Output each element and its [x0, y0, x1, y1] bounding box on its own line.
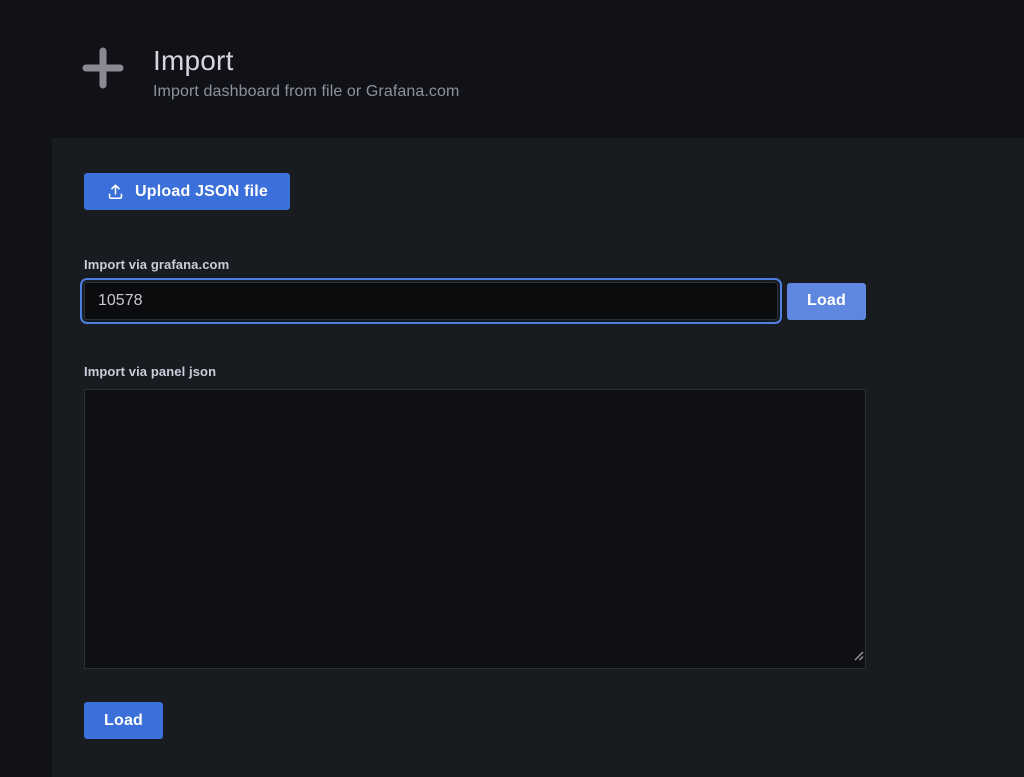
header-text: Import Import dashboard from file or Gra… [153, 44, 459, 101]
gcom-field-label: Import via grafana.com [84, 257, 866, 272]
load-button[interactable]: Load [84, 702, 163, 739]
panel-json-label: Import via panel json [84, 364, 866, 379]
gcom-input[interactable] [84, 282, 778, 320]
upload-button-label: Upload JSON file [135, 183, 268, 201]
resize-handle-icon[interactable] [853, 648, 864, 666]
panel-json-textarea-wrap [84, 389, 866, 669]
import-form: Upload JSON file Import via grafana.com … [84, 173, 866, 739]
gcom-field: Import via grafana.com Load [84, 257, 866, 320]
gcom-load-button[interactable]: Load [787, 283, 866, 320]
page-subtitle: Import dashboard from file or Grafana.co… [153, 83, 459, 101]
upload-icon [106, 182, 125, 201]
plus-icon [81, 46, 125, 90]
page-header: Import Import dashboard from file or Gra… [0, 0, 1024, 138]
gcom-row: Load [84, 282, 866, 320]
panel-json-textarea[interactable] [84, 389, 866, 669]
panel-json-field: Import via panel json [84, 364, 866, 669]
page-title: Import [153, 44, 459, 78]
import-panel: Upload JSON file Import via grafana.com … [52, 138, 1024, 777]
upload-json-button[interactable]: Upload JSON file [84, 173, 290, 210]
